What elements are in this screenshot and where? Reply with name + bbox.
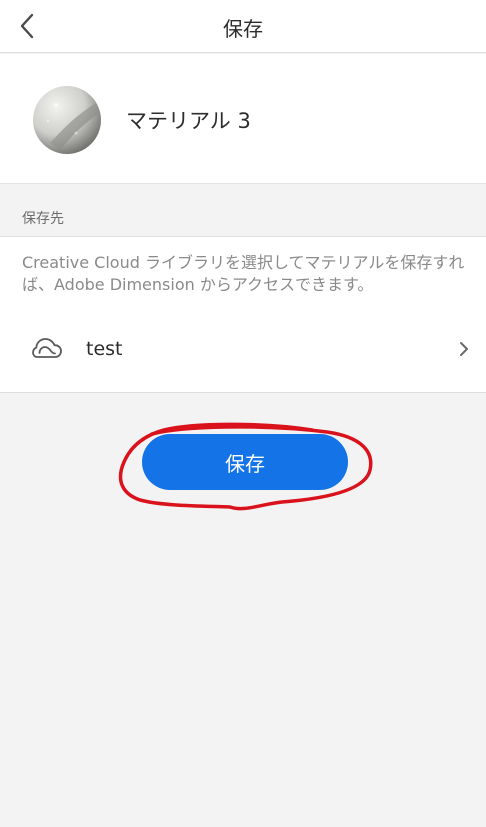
destination-card: Creative Cloud ライブラリを選択してマテリアルを保存すれば、Ado… (0, 237, 486, 393)
app-header: 保存 (0, 0, 486, 53)
save-button[interactable]: 保存 (142, 434, 348, 490)
material-sphere-thumbnail (33, 86, 101, 154)
section-label-destination: 保存先 (0, 201, 486, 237)
material-card: マテリアル 3 (0, 54, 486, 184)
chevron-right-icon (460, 342, 468, 356)
library-name: test (86, 338, 123, 360)
destination-description: Creative Cloud ライブラリを選択してマテリアルを保存すれば、Ado… (22, 253, 465, 294)
page-title: 保存 (223, 17, 263, 41)
creative-cloud-icon (32, 338, 62, 358)
material-name: マテリアル 3 (126, 109, 251, 133)
library-selector[interactable]: test (0, 329, 486, 371)
